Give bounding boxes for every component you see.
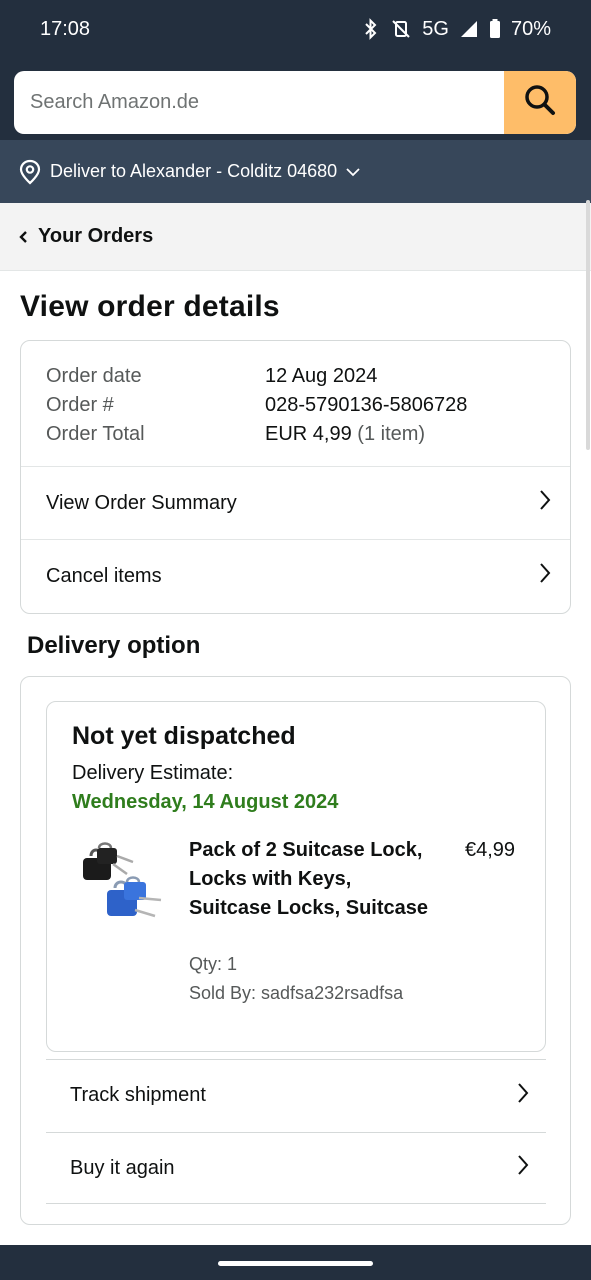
product-title[interactable]: Pack of 2 Suitcase Lock, Locks with Keys… <box>189 836 429 923</box>
chevron-left-icon <box>18 230 28 244</box>
view-order-summary-label: View Order Summary <box>46 491 237 514</box>
chevron-down-icon <box>345 167 361 177</box>
product-seller: Sold By: sadfsa232rsadfsa <box>189 983 404 1003</box>
battery-icon <box>489 19 501 39</box>
order-total-label: Order Total <box>46 423 145 445</box>
status-icons: 5G 70% <box>362 18 551 41</box>
breadcrumb[interactable]: Your Orders <box>0 203 591 271</box>
chevron-right-icon <box>516 1081 530 1111</box>
deliver-to-text: Deliver to Alexander - Colditz 04680 <box>50 161 338 181</box>
home-gesture-handle[interactable] <box>218 1261 373 1266</box>
header <box>0 58 591 140</box>
cancel-items-link[interactable]: Cancel items <box>21 539 570 612</box>
status-time: 17:08 <box>40 17 91 40</box>
product-quantity: Qty: 1 <box>189 954 238 974</box>
search-icon <box>523 83 557 122</box>
vibrate-off-icon <box>390 18 412 40</box>
order-total-amount: EUR 4,99 <box>265 423 352 445</box>
cancel-items-label: Cancel items <box>46 564 162 587</box>
order-date-value: 12 Aug 2024 <box>265 365 378 387</box>
scrollbar[interactable] <box>586 200 590 450</box>
order-date-label: Order date <box>46 365 142 387</box>
delivery-option-heading: Delivery option <box>27 632 201 659</box>
buy-it-again-link[interactable]: Buy it again <box>46 1132 546 1204</box>
view-order-summary-link[interactable]: View Order Summary <box>21 466 570 539</box>
product-image[interactable] <box>77 842 169 932</box>
shipment-box: Not yet dispatched Delivery Estimate: We… <box>46 701 546 1052</box>
status-bar: 17:08 5G 70% <box>0 0 591 58</box>
battery-level: 70% <box>510 17 551 40</box>
search-bar <box>14 71 576 134</box>
chevron-right-icon <box>538 561 552 591</box>
deliver-to-bar[interactable]: Deliver to Alexander - Colditz 04680 <box>0 140 591 203</box>
delivery-card: Not yet dispatched Delivery Estimate: We… <box>20 676 571 1225</box>
delivery-estimate-label: Delivery Estimate: <box>72 762 234 784</box>
product-price: €4,99 <box>465 839 516 861</box>
search-button[interactable] <box>504 71 576 134</box>
order-number-label: Order # <box>46 394 114 416</box>
signal-icon <box>459 19 479 39</box>
chevron-right-icon <box>538 488 552 518</box>
order-info-grid: Order date 12 Aug 2024 Order # 028-57901… <box>46 363 546 448</box>
location-pin-icon <box>18 159 42 185</box>
breadcrumb-label: Your Orders <box>38 225 154 247</box>
page-title: View order details <box>20 290 280 323</box>
system-nav-bar <box>0 1245 591 1280</box>
delivery-estimate-date: Wednesday, 14 August 2024 <box>72 791 339 813</box>
order-number-value: 028-5790136-5806728 <box>265 394 468 416</box>
shipment-status: Not yet dispatched <box>72 722 296 750</box>
buy-it-again-label: Buy it again <box>70 1156 175 1179</box>
order-info-card: Order date 12 Aug 2024 Order # 028-57901… <box>20 340 571 614</box>
network-type: 5G <box>422 17 449 40</box>
bluetooth-icon <box>362 18 380 40</box>
search-input[interactable] <box>14 71 504 134</box>
chevron-right-icon <box>516 1153 530 1183</box>
track-shipment-label: Track shipment <box>70 1084 206 1106</box>
order-total-items: (1 item) <box>357 423 426 445</box>
track-shipment-link[interactable]: Track shipment <box>46 1059 546 1131</box>
order-total-value: EUR 4,99 (1 item) <box>265 421 546 448</box>
